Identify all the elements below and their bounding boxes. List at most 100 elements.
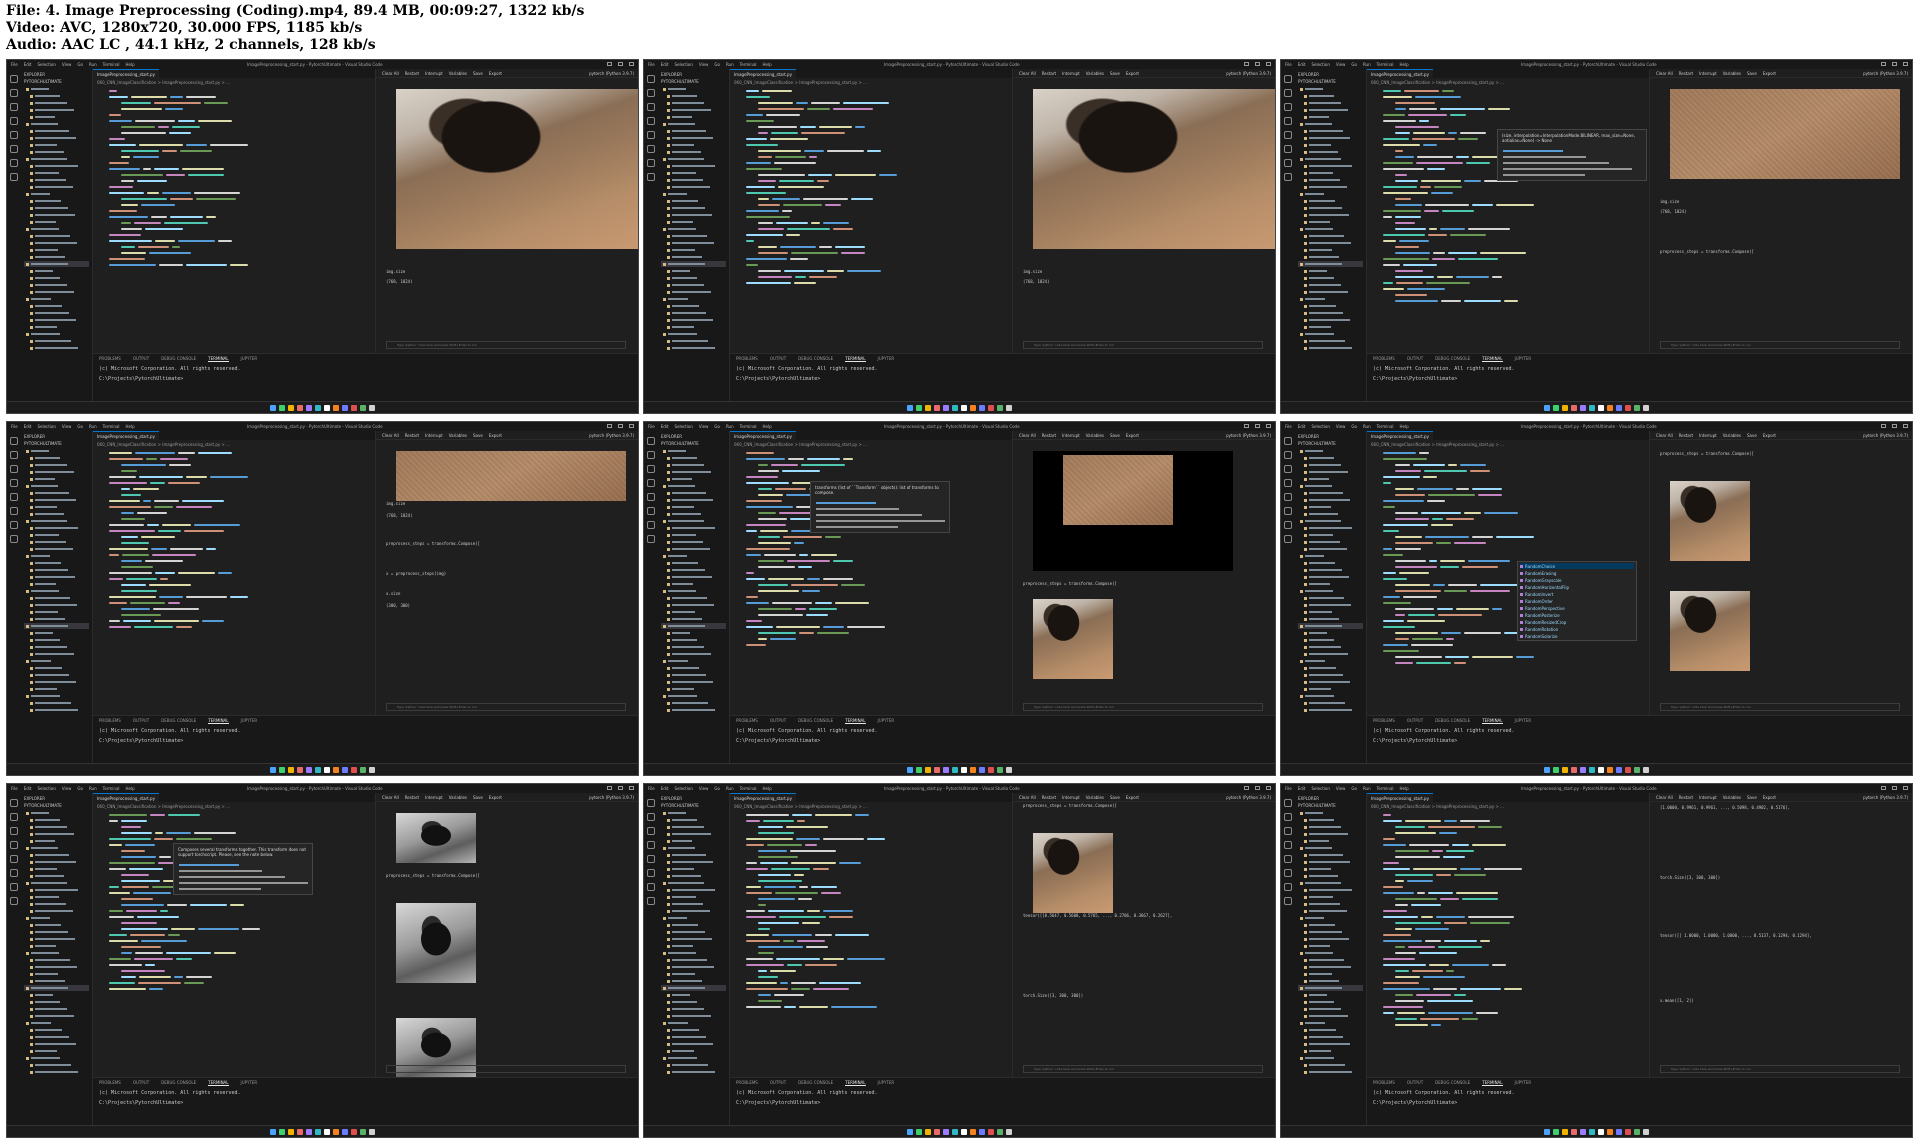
- menu-item[interactable]: Run: [89, 786, 97, 791]
- taskbar-app-icon[interactable]: [288, 1128, 294, 1135]
- explorer-item[interactable]: [661, 1027, 726, 1033]
- menu-item[interactable]: Help: [126, 786, 135, 791]
- explorer-item[interactable]: [661, 483, 726, 489]
- explorer-item[interactable]: [1298, 560, 1363, 566]
- testing-icon[interactable]: [10, 507, 18, 515]
- code-line[interactable]: [1367, 244, 1649, 249]
- code-line[interactable]: [1367, 950, 1649, 955]
- taskbar-app-icon[interactable]: [351, 1128, 357, 1135]
- code-line[interactable]: [93, 618, 375, 623]
- explorer-icon[interactable]: [10, 437, 18, 445]
- panel-tab[interactable]: TERMINAL: [1482, 1080, 1503, 1086]
- menu-item[interactable]: Terminal: [1377, 786, 1394, 791]
- explorer-item[interactable]: [661, 539, 726, 545]
- explorer-icon[interactable]: [647, 75, 655, 83]
- explorer-item[interactable]: [661, 553, 726, 559]
- explorer-item[interactable]: [24, 845, 89, 851]
- menu-item[interactable]: View: [1336, 786, 1346, 791]
- code-line[interactable]: [1367, 486, 1649, 491]
- code-line[interactable]: [730, 600, 1012, 605]
- menu-item[interactable]: Terminal: [103, 62, 120, 67]
- explorer-item[interactable]: [24, 504, 89, 510]
- explorer-item[interactable]: [1298, 303, 1363, 309]
- editor-tab[interactable]: ImagePreprocessing_start.py: [730, 69, 796, 78]
- explorer-item[interactable]: [661, 588, 726, 594]
- explorer-item[interactable]: [24, 560, 89, 566]
- breadcrumb[interactable]: 060_CNN_ImageClassification > ImagePrepr…: [93, 802, 375, 811]
- explorer-item[interactable]: [24, 212, 89, 218]
- code-line[interactable]: [93, 600, 375, 605]
- explorer-item[interactable]: [661, 707, 726, 713]
- explorer-item[interactable]: [1298, 866, 1363, 872]
- editor-tab[interactable]: ImagePreprocessing_start.py: [93, 793, 159, 802]
- toolbar-button[interactable]: Restart: [1679, 795, 1693, 800]
- explorer-item[interactable]: [1298, 894, 1363, 900]
- menu-item[interactable]: Edit: [1298, 424, 1306, 429]
- taskbar-app-icon[interactable]: [360, 404, 366, 411]
- explorer-item[interactable]: [24, 887, 89, 893]
- code-line[interactable]: [730, 956, 1012, 961]
- explorer-item[interactable]: [24, 922, 89, 928]
- explorer-item[interactable]: [661, 128, 726, 134]
- code-line[interactable]: [730, 274, 1012, 279]
- code-line[interactable]: [1367, 88, 1649, 93]
- kernel-selector[interactable]: pytorch (Python 3.9.7): [589, 433, 634, 438]
- code-line[interactable]: [93, 154, 375, 159]
- taskbar-app-icon[interactable]: [916, 404, 922, 411]
- taskbar-app-icon[interactable]: [1589, 766, 1595, 773]
- code-line[interactable]: [1367, 1004, 1649, 1009]
- toolbar-button[interactable]: Restart: [405, 71, 419, 76]
- explorer-item[interactable]: [661, 922, 726, 928]
- explorer-item[interactable]: [1298, 616, 1363, 622]
- explorer-item[interactable]: [661, 1048, 726, 1054]
- code-line[interactable]: [1367, 908, 1649, 913]
- code-line[interactable]: [93, 202, 375, 207]
- explorer-item[interactable]: [1298, 191, 1363, 197]
- code-line[interactable]: [730, 450, 1012, 455]
- source-control-icon[interactable]: [10, 827, 18, 835]
- run-debug-icon[interactable]: [647, 117, 655, 125]
- remote-icon[interactable]: [10, 883, 18, 891]
- code-line[interactable]: [730, 142, 1012, 147]
- autocomplete-item[interactable]: RandomSolarize: [1520, 633, 1634, 639]
- menu-item[interactable]: Help: [1400, 424, 1409, 429]
- source-control-icon[interactable]: [647, 465, 655, 473]
- explorer-item[interactable]: [24, 838, 89, 844]
- explorer-item[interactable]: [24, 345, 89, 351]
- explorer-item[interactable]: [1298, 462, 1363, 468]
- explorer-item[interactable]: [661, 1041, 726, 1047]
- explorer-item[interactable]: [1298, 880, 1363, 886]
- run-debug-icon[interactable]: [647, 841, 655, 849]
- explorer-item[interactable]: [24, 936, 89, 942]
- explorer-item[interactable]: [661, 546, 726, 552]
- explorer-item[interactable]: [1298, 1069, 1363, 1075]
- explorer-item[interactable]: [1298, 637, 1363, 643]
- taskbar-app-icon[interactable]: [943, 766, 949, 773]
- explorer-item[interactable]: [1298, 574, 1363, 580]
- taskbar-app-icon[interactable]: [1625, 1128, 1631, 1135]
- taskbar-app-icon[interactable]: [1571, 766, 1577, 773]
- code-line[interactable]: [1367, 654, 1649, 659]
- explorer-item[interactable]: [661, 658, 726, 664]
- menu-item[interactable]: File: [11, 424, 18, 429]
- code-line[interactable]: [730, 944, 1012, 949]
- code-line[interactable]: [93, 148, 375, 153]
- menu-item[interactable]: Run: [726, 62, 734, 67]
- taskbar-app-icon[interactable]: [324, 1128, 330, 1135]
- taskbar-app-icon[interactable]: [333, 1128, 339, 1135]
- explorer-item[interactable]: [24, 282, 89, 288]
- code-line[interactable]: [730, 214, 1012, 219]
- code-line[interactable]: [1367, 468, 1649, 473]
- explorer-item[interactable]: [661, 810, 726, 816]
- taskbar-app-icon[interactable]: [1607, 404, 1613, 411]
- explorer-item[interactable]: [1298, 546, 1363, 552]
- editor-tab[interactable]: ImagePreprocessing_start.py: [1367, 69, 1433, 78]
- taskbar-app-icon[interactable]: [916, 1128, 922, 1135]
- menu-item[interactable]: Edit: [24, 424, 32, 429]
- code-line[interactable]: [1367, 202, 1649, 207]
- explorer-item[interactable]: [1298, 338, 1363, 344]
- explorer-root[interactable]: PYTORCHULTIMATE: [24, 79, 89, 84]
- taskbar-app-icon[interactable]: [315, 766, 321, 773]
- code-line[interactable]: [93, 256, 375, 261]
- explorer-item[interactable]: [24, 574, 89, 580]
